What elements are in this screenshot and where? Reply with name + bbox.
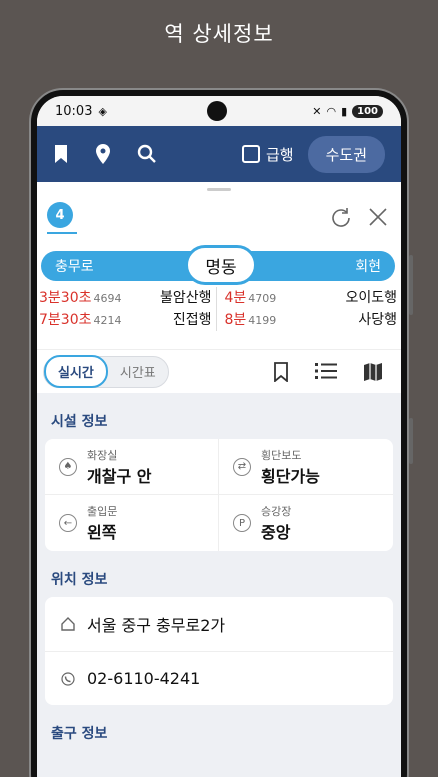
map-icon[interactable] <box>363 362 383 382</box>
current-station: 명동 <box>185 245 257 285</box>
close-icon[interactable] <box>367 206 389 228</box>
arrival-column-right: 4분 4709 오이도행 8분 4199 사당행 <box>215 287 402 331</box>
line-tab-row: 4 <box>37 191 401 235</box>
location-section-title: 위치 정보 <box>51 572 108 588</box>
station-bar: 충무로 명동 회현 <box>41 245 395 285</box>
address-row[interactable]: 서울 중구 충무로2가 <box>45 597 393 651</box>
realtime-tab[interactable]: 실시간 <box>44 355 108 388</box>
restroom-icon: ♠ <box>59 457 77 476</box>
volume-button <box>409 255 413 315</box>
facility-value: 중앙 <box>261 523 291 542</box>
app-screen: 10:03 ◈ ✕ ◠ ▮ 100 급행 수도권 4 충무로 명동 회현 3분3… <box>37 96 401 777</box>
arrival-row: 8분 4199 사당행 <box>225 309 398 331</box>
phone-row[interactable]: 02-6110-4241 <box>45 651 393 705</box>
info-content: 시설 정보 ♠ 화장실개찰구 안 ⇄ 횡단보도횡단가능 ← 출입문왼쪽 P 승강… <box>37 393 401 777</box>
facility-value: 개찰구 안 <box>87 466 152 486</box>
train-number: 4199 <box>248 314 277 327</box>
location-pin-icon[interactable] <box>95 143 111 165</box>
facility-item: ⇄ 횡단보도횡단가능 <box>219 439 393 495</box>
facility-item: ← 출입문왼쪽 <box>45 495 219 551</box>
refresh-icon[interactable] <box>329 206 353 230</box>
clock: 10:03 <box>55 103 93 119</box>
arrival-column-left: 3분30초 4694 불암산행 7분30초 4214 진접행 <box>37 287 216 331</box>
sync-icon: ◈ <box>98 104 107 118</box>
region-button[interactable]: 수도권 <box>307 135 385 173</box>
next-station[interactable]: 회현 <box>355 256 381 276</box>
express-toggle[interactable]: 급행 <box>241 144 294 165</box>
train-number: 4694 <box>93 292 122 305</box>
prev-station[interactable]: 충무로 <box>55 256 94 276</box>
arrival-time: 3분30초 <box>39 290 92 306</box>
home-icon <box>61 617 75 631</box>
address-text: 서울 중구 충무로2가 <box>87 616 226 635</box>
arrival-row: 3분30초 4694 불암산행 <box>39 287 212 309</box>
door-icon: ← <box>59 514 77 532</box>
bookmark-outline-icon[interactable] <box>273 361 289 382</box>
express-label: 급행 <box>265 145 294 164</box>
battery-icon: 100 <box>352 104 383 118</box>
status-bar: 10:03 ◈ ✕ ◠ ▮ 100 <box>37 96 401 126</box>
search-icon[interactable] <box>137 144 157 164</box>
facility-label: 출입문 <box>87 505 118 518</box>
facility-label: 화장실 <box>87 448 118 462</box>
arrival-board: 3분30초 4694 불암산행 7분30초 4214 진접행 4분 4709 오이도행… <box>37 287 401 331</box>
arrival-destination: 진접행 <box>172 312 212 328</box>
facility-label: 승강장 <box>261 505 292 518</box>
line-badge: 4 <box>47 202 73 228</box>
facility-value: 왼쪽 <box>87 523 117 542</box>
arrival-time: 8분 <box>224 312 247 328</box>
power-button <box>409 418 413 464</box>
camera-cutout <box>207 101 227 121</box>
express-checkbox[interactable] <box>241 145 260 163</box>
line-tab[interactable]: 4 <box>47 202 77 234</box>
facility-item: P 승강장중앙 <box>219 495 393 551</box>
view-controls: 실시간 시간표 <box>37 349 401 393</box>
bookmark-icon[interactable] <box>53 144 69 164</box>
arrival-destination: 사당행 <box>358 312 397 328</box>
timetable-tab[interactable]: 시간표 <box>108 357 168 386</box>
arrival-destination: 불암산행 <box>159 290 212 306</box>
arrival-destination: 오이도행 <box>345 290 397 306</box>
arrival-time: 4분 <box>224 290 247 306</box>
location-card: 서울 중구 충무로2가 02-6110-4241 <box>45 597 393 705</box>
facility-value: 횡단가능 <box>261 466 320 486</box>
crosswalk-icon: ⇄ <box>233 457 251 476</box>
exit-section-title: 출구 정보 <box>51 726 108 742</box>
facility-card: ♠ 화장실개찰구 안 ⇄ 횡단보도횡단가능 ← 출입문왼쪽 P 승강장중앙 <box>45 439 393 551</box>
signal-icon: ▮ <box>341 104 348 118</box>
tab-underline <box>47 232 77 234</box>
mute-icon: ✕ <box>312 104 322 118</box>
train-number: 4214 <box>93 314 122 327</box>
arrival-row: 7분30초 4214 진접행 <box>39 309 212 331</box>
phone-text: 02-6110-4241 <box>87 669 201 688</box>
facility-item: ♠ 화장실개찰구 안 <box>45 439 219 495</box>
list-icon[interactable] <box>315 362 337 380</box>
banner-title: 역 상세정보 <box>164 22 274 46</box>
platform-icon: P <box>233 514 251 532</box>
train-number: 4709 <box>248 292 277 305</box>
facility-section-title: 시설 정보 <box>51 414 108 430</box>
arrival-time: 7분30초 <box>39 312 92 328</box>
top-bar: 급행 수도권 <box>37 126 401 182</box>
mode-switch: 실시간 시간표 <box>43 355 169 388</box>
facility-label: 횡단보도 <box>261 448 302 462</box>
arrival-row: 4분 4709 오이도행 <box>225 287 398 309</box>
wifi-icon: ◠ <box>326 104 337 118</box>
phone-icon <box>61 671 75 686</box>
